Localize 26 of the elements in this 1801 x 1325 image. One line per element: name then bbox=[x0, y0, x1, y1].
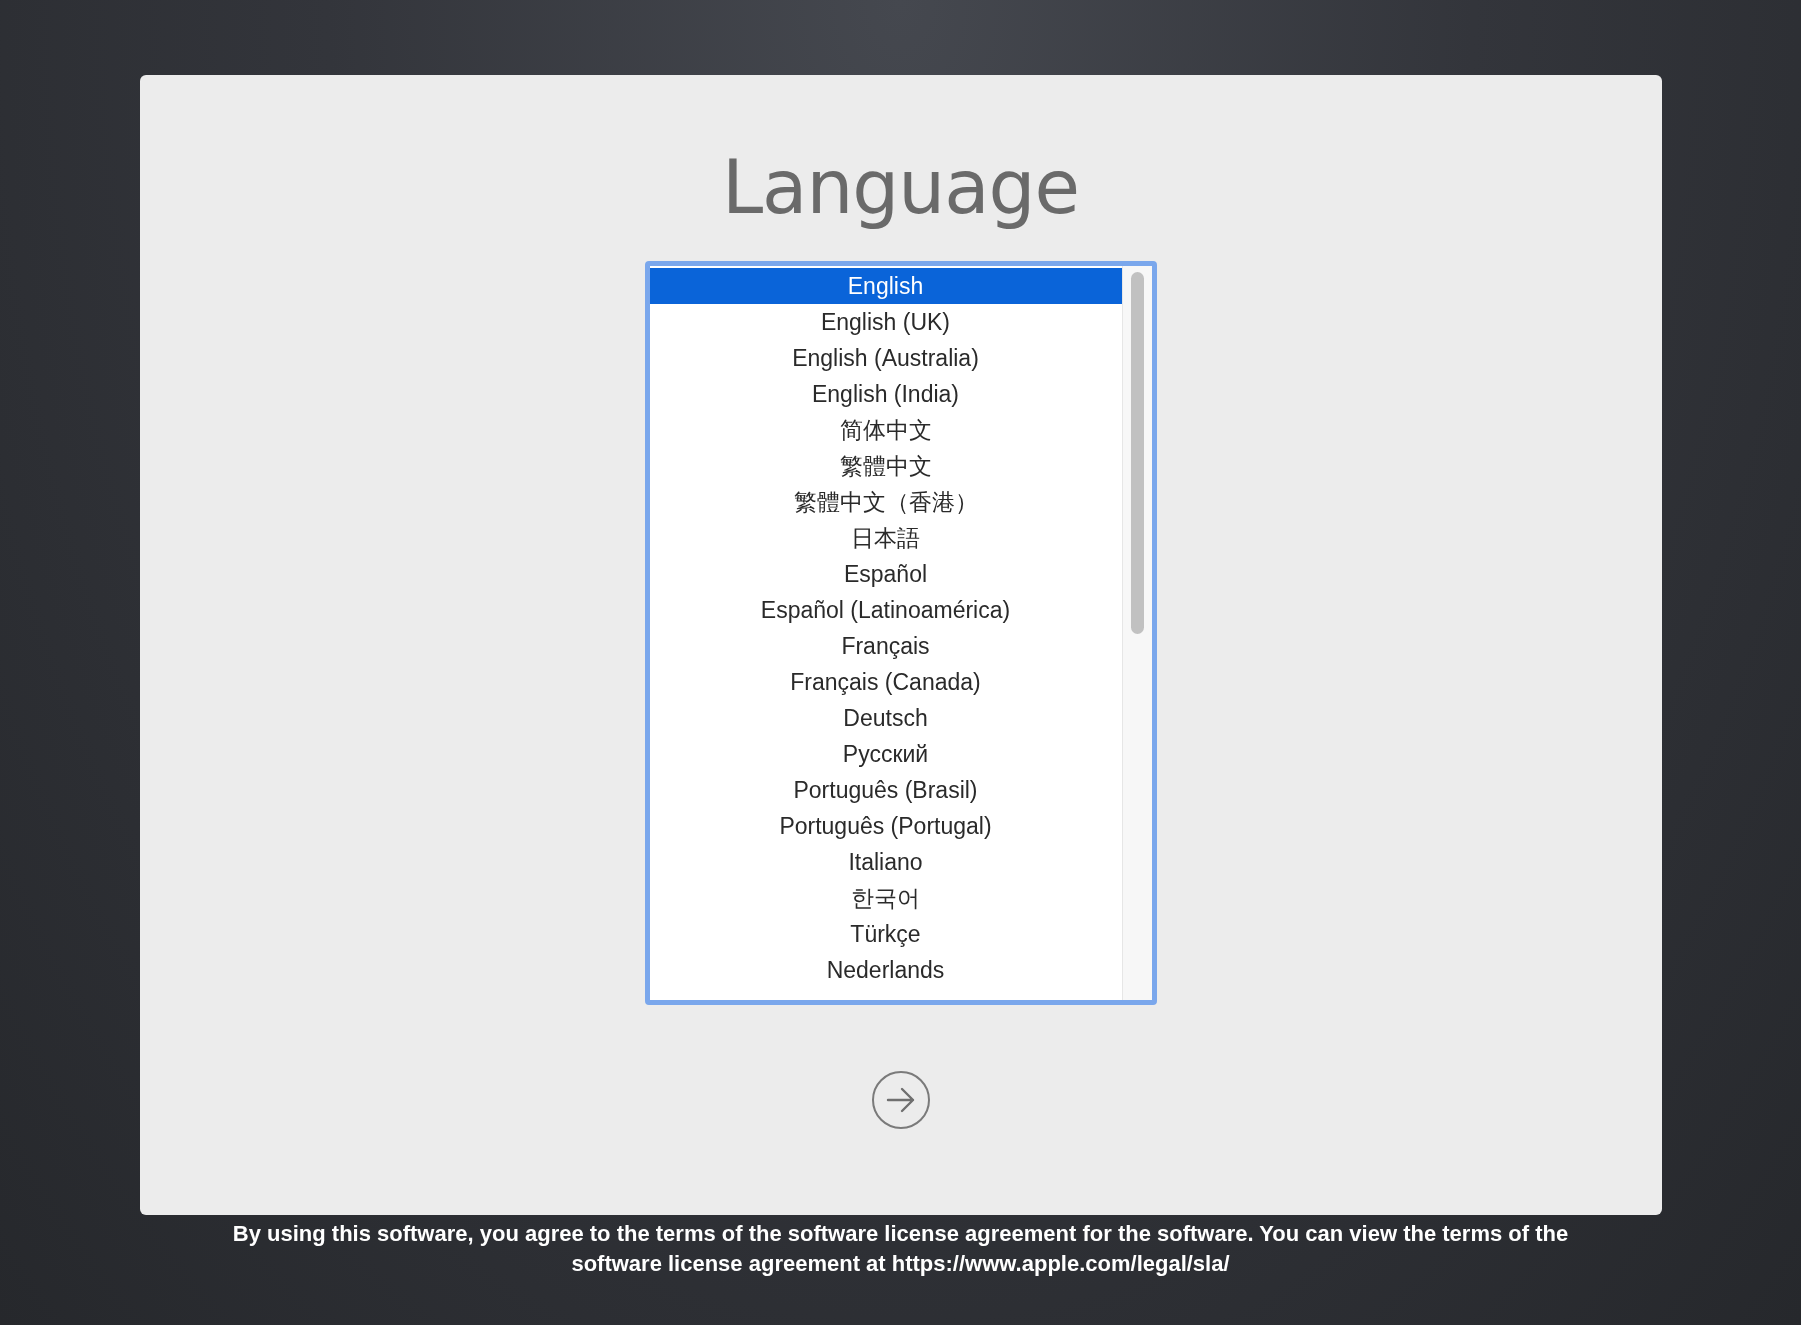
language-item[interactable]: Русский bbox=[649, 736, 1122, 772]
language-item[interactable]: Türkçe bbox=[649, 916, 1122, 952]
language-item[interactable]: Français (Canada) bbox=[649, 664, 1122, 700]
language-item[interactable]: 한국어 bbox=[649, 880, 1122, 916]
scrollbar-thumb[interactable] bbox=[1130, 272, 1144, 634]
language-item[interactable]: English (Australia) bbox=[649, 340, 1122, 376]
language-item[interactable]: Italiano bbox=[649, 844, 1122, 880]
language-item[interactable]: 繁體中文 bbox=[649, 448, 1122, 484]
language-item[interactable]: 繁體中文（香港） bbox=[649, 484, 1122, 520]
license-notice: By using this software, you agree to the terms of the software license agreement for the software. You can view the terms of the software license agreement at https://www.apple.com/legal/sla/ bbox=[231, 1220, 1570, 1278]
arrow-right-icon bbox=[885, 1087, 916, 1113]
language-item[interactable]: Nederlands bbox=[649, 952, 1122, 988]
language-item[interactable]: 日本語 bbox=[649, 520, 1122, 556]
language-item[interactable]: Español (Latinoamérica) bbox=[649, 592, 1122, 628]
language-item[interactable]: Deutsch bbox=[649, 700, 1122, 736]
language-item[interactable]: Português (Portugal) bbox=[649, 808, 1122, 844]
language-item[interactable]: Português (Brasil) bbox=[649, 772, 1122, 808]
language-item[interactable]: 简体中文 bbox=[649, 412, 1122, 448]
language-item[interactable]: English (India) bbox=[649, 376, 1122, 412]
language-list[interactable] bbox=[644, 261, 1157, 1005]
language-item[interactable]: Français bbox=[649, 628, 1122, 664]
page-title: Language bbox=[721, 145, 1080, 229]
language-item[interactable]: English bbox=[649, 268, 1122, 304]
language-item[interactable]: Español bbox=[649, 556, 1122, 592]
continue-button[interactable] bbox=[871, 1071, 930, 1129]
language-item[interactable]: English (UK) bbox=[649, 304, 1122, 340]
